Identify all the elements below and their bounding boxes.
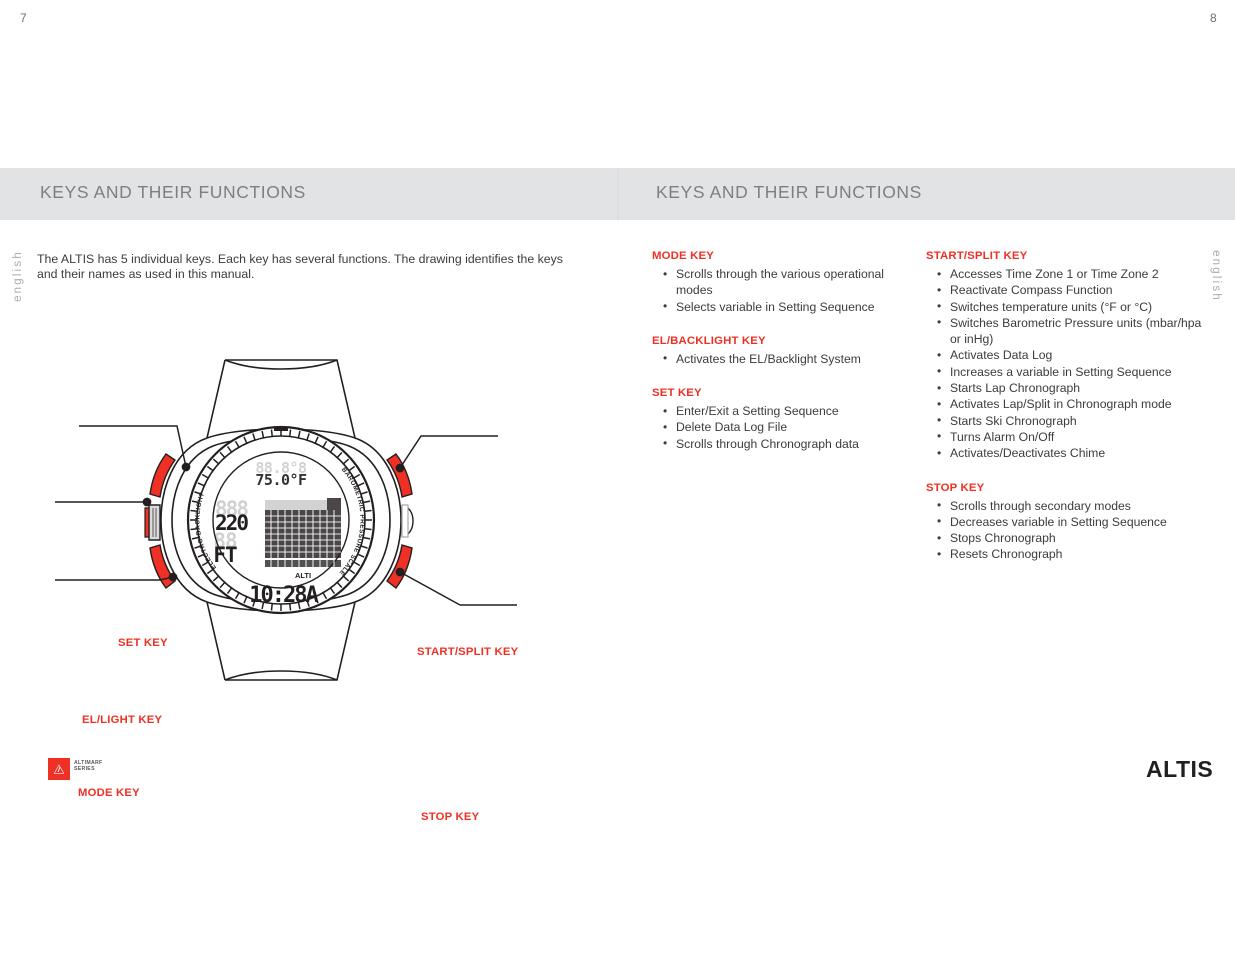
list-item: Activates Lap/Split in Chronograph mode — [926, 396, 1211, 413]
lcd-mode-label: ALTI — [295, 571, 311, 580]
key-group-heading: MODE KEY — [652, 250, 714, 262]
crown-knob — [401, 504, 414, 538]
list-item: Switches Barometric Pressure units (mbar… — [926, 314, 1211, 348]
lcd-temperature: 75.0°F 88.8°8 — [255, 459, 307, 489]
list-item: Accesses Time Zone 1 or Time Zone 2 — [926, 265, 1211, 282]
key-group-start-split-key: START/SPLIT KEY Accesses Time Zone 1 or … — [926, 250, 1211, 462]
key-group-heading: EL/BACKLIGHT KEY — [652, 334, 766, 347]
language-tab-left: english — [12, 250, 24, 302]
page-title-left: KEYS AND THEIR FUNCTIONS — [40, 182, 306, 202]
page-title-right: KEYS AND THEIR FUNCTIONS — [656, 182, 922, 202]
key-group-set-key: SET KEY Enter/Exit a Setting Sequence De… — [652, 387, 914, 452]
brand-badge-line-2: SERIES — [74, 766, 95, 773]
key-function-list: Activates the EL/Backlight System — [652, 350, 914, 367]
key-group-heading: STOP KEY — [926, 481, 985, 494]
start-split-key-button — [386, 453, 413, 498]
callout-start-split-key: START/SPLIT KEY — [417, 646, 519, 658]
key-function-list: Accesses Time Zone 1 or Time Zone 2 Reac… — [926, 265, 1211, 462]
lcd-graph-area — [265, 498, 341, 567]
list-item: Increases a variable in Setting Sequence — [926, 363, 1211, 380]
list-item: Switches temperature units (°F or °C) — [926, 298, 1211, 315]
intro-paragraph: The ALTIS has 5 individual keys. Each ke… — [37, 252, 563, 281]
key-function-list: Scrolls through the various operational … — [652, 266, 914, 315]
page-number-left: 7 — [20, 11, 27, 25]
left-page: The ALTIS has 5 individual keys. Each ke… — [0, 220, 617, 954]
callout-mode-key: MODE KEY — [78, 787, 140, 799]
list-item: Reactivate Compass Function — [926, 282, 1211, 299]
list-item: Selects variable in Setting Sequence — [652, 298, 914, 315]
callout-stop-key: STOP KEY — [421, 811, 480, 823]
list-item: Scrolls through the various operational … — [652, 266, 914, 299]
list-item: Delete Data Log File — [652, 419, 914, 436]
language-tab-right: english — [1210, 250, 1222, 302]
key-group-heading: SET KEY — [652, 387, 702, 400]
key-functions-column-b: START/SPLIT KEY Accesses Time Zone 1 or … — [926, 250, 1211, 563]
page-number-right: 8 — [1210, 11, 1217, 25]
key-group-stop-key: STOP KEY Scrolls through secondary modes… — [926, 482, 1211, 563]
svg-text:888: 888 — [215, 497, 248, 521]
key-functions-column-a: MODE KEY Scrolls through the various ope… — [652, 250, 914, 452]
brand-badge-text: ALTIMARF SERIES — [74, 760, 130, 773]
list-item: Activates/Deactivates Chime — [926, 445, 1211, 462]
key-group-el-backlight-key: EL/BACKLIGHT KEY Activates the EL/Backli… — [652, 335, 914, 367]
list-item: Activates Data Log — [926, 347, 1211, 364]
lcd-time: 10:28A — [249, 583, 318, 608]
callout-set-key: SET KEY — [118, 637, 168, 649]
list-item: Scrolls through Chronograph data — [652, 435, 914, 452]
list-item: Activates the EL/Backlight System — [652, 350, 914, 367]
key-group-heading: START/SPLIT KEY — [926, 250, 1028, 262]
list-item: Stops Chronograph — [926, 530, 1211, 547]
page-gutter-seam — [617, 168, 619, 220]
list-item: Turns Alarm On/Off — [926, 428, 1211, 445]
list-item: Starts Lap Chronograph — [926, 380, 1211, 397]
callout-el-light-key: EL/LIGHT KEY — [82, 714, 163, 726]
list-item: Decreases variable in Setting Sequence — [926, 513, 1211, 530]
right-page: MODE KEY Scrolls through the various ope… — [619, 220, 1235, 954]
list-item: Resets Chronograph — [926, 546, 1211, 563]
key-group-mode-key: MODE KEY Scrolls through the various ope… — [652, 250, 914, 315]
section-header-band: KEYS AND THEIR FUNCTIONS KEYS AND THEIR … — [0, 168, 1235, 220]
list-item: Starts Ski Chronograph — [926, 412, 1211, 429]
key-function-list: Enter/Exit a Setting Sequence Delete Dat… — [652, 403, 914, 452]
el-light-key-button — [144, 504, 161, 541]
svg-text:88.8°8: 88.8°8 — [255, 459, 307, 477]
set-key-button — [149, 453, 176, 498]
svg-text:88: 88 — [213, 529, 237, 553]
altimate-series-logo-icon — [48, 758, 70, 780]
key-function-list: Scrolls through secondary modes Decrease… — [926, 497, 1211, 563]
manual-page-spread: KEYS AND THEIR FUNCTIONS KEYS AND THEIR … — [0, 0, 1235, 954]
list-item: Enter/Exit a Setting Sequence — [652, 403, 914, 420]
list-item: Scrolls through secondary modes — [926, 497, 1211, 514]
altis-wordmark: ALTIS — [1146, 756, 1214, 782]
